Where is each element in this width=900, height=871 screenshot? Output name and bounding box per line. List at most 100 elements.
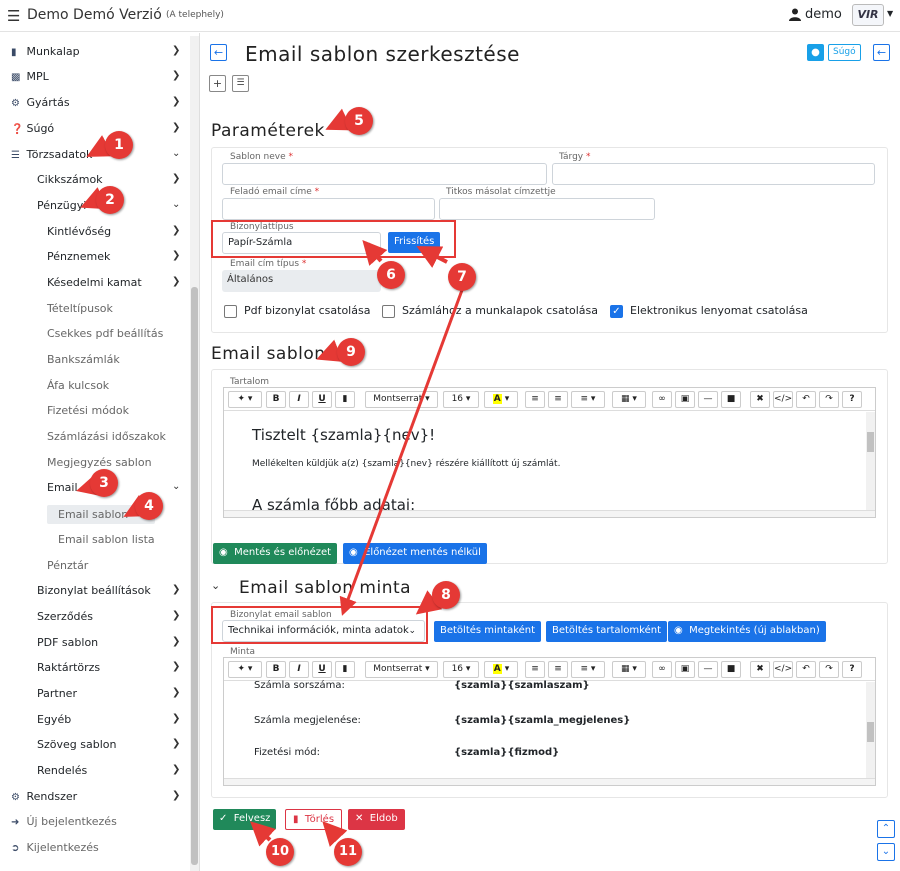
list-button[interactable]: ☰ xyxy=(232,75,249,92)
targy-input[interactable] xyxy=(552,163,875,185)
sidebar-item-sugo[interactable]: ❓ Súgó xyxy=(11,122,54,135)
sidebar-item-tetel[interactable]: Tételtípusok xyxy=(47,302,113,315)
back-button[interactable]: ← xyxy=(210,44,227,61)
help-icon[interactable]: ? xyxy=(842,391,862,408)
vir-logo[interactable]: VIR xyxy=(852,4,884,26)
sidebar-item-penzugyi[interactable]: Pénzügyi xyxy=(37,199,86,212)
magic-wand-icon[interactable]: ✦ ▾ xyxy=(228,391,262,408)
user-name[interactable]: demo xyxy=(805,7,842,22)
sidebar-item-penznemek[interactable]: Pénznemek xyxy=(47,250,110,263)
text-color-button[interactable]: A ▾ xyxy=(484,391,518,408)
megtekintes-button[interactable]: ◉ Megtekintés (új ablakban) xyxy=(668,621,826,642)
fullscreen-icon[interactable]: ✖ xyxy=(750,391,770,408)
align-icon[interactable]: ≡ ▾ xyxy=(571,661,605,678)
unordered-list-icon[interactable]: ≡ xyxy=(525,661,545,678)
font-family-select[interactable]: Montserrat ▾ xyxy=(365,661,438,678)
sidebar-item-cikkszamok[interactable]: Cikkszámok xyxy=(37,173,103,186)
redo-icon[interactable]: ↷ xyxy=(819,661,839,678)
sidebar-item-gyartas[interactable]: ⚙ Gyártás xyxy=(11,96,70,109)
unordered-list-icon[interactable]: ≡ xyxy=(525,391,545,408)
torles-button[interactable]: ▮ Törlés xyxy=(285,809,343,830)
magic-wand-icon[interactable]: ✦ ▾ xyxy=(228,661,262,678)
sidebar-item-rendeles[interactable]: Rendelés xyxy=(37,764,87,777)
sidebar-item-raktartorzs[interactable]: Raktártörzs xyxy=(37,661,100,674)
help-icon-button[interactable]: ● xyxy=(807,44,824,61)
sidebar-item-egyeb[interactable]: Egyéb xyxy=(37,713,71,726)
italic-button[interactable]: I xyxy=(289,661,309,678)
sablon-neve-input[interactable] xyxy=(222,163,547,185)
bold-button[interactable]: B xyxy=(266,661,286,678)
sidebar-item-rendszer[interactable]: ⚙ Rendszer xyxy=(11,790,77,803)
fullscreen-icon[interactable]: ✖ xyxy=(750,661,770,678)
sidebar-item-email[interactable]: Email xyxy=(47,481,78,494)
table-icon[interactable]: ▦ ▾ xyxy=(612,391,646,408)
code-view-icon[interactable]: </> xyxy=(773,391,793,408)
felvesz-button[interactable]: ✓ Felvesz xyxy=(213,809,277,830)
underline-button[interactable]: U xyxy=(312,661,332,678)
image-icon[interactable]: ▣ xyxy=(675,391,695,408)
undo-icon[interactable]: ↶ xyxy=(796,391,816,408)
sidebar-item-penztar[interactable]: Pénztár xyxy=(47,559,88,572)
eraser-icon[interactable]: ▮ xyxy=(335,391,355,408)
font-size-select[interactable]: 16 ▾ xyxy=(443,661,479,678)
eraser-icon[interactable]: ▮ xyxy=(335,661,355,678)
elektronikus-lenyomat-checkbox[interactable]: ✓ xyxy=(610,305,623,318)
code-view-icon[interactable]: </> xyxy=(773,661,793,678)
ordered-list-icon[interactable]: ≡ xyxy=(548,661,568,678)
sidebar-item-mpl[interactable]: ▩ MPL xyxy=(11,70,49,83)
help-icon[interactable]: ? xyxy=(842,661,862,678)
sidebar-item-megjegyzes[interactable]: Megjegyzés sablon xyxy=(47,456,152,469)
editor-resize-grip[interactable] xyxy=(224,778,875,785)
italic-button[interactable]: I xyxy=(289,391,309,408)
email-cim-tipus-select[interactable]: Általános xyxy=(222,270,381,292)
link-icon[interactable]: ∞ xyxy=(652,391,672,408)
sidebar-item-kesedelmi-kamat[interactable]: Késedelmi kamat xyxy=(47,276,142,289)
editor-resize-grip[interactable] xyxy=(224,510,875,517)
tartalom-editor[interactable]: ✦ ▾ B I U ▮ Montserrat ▾ 16 ▾ A ▾ ≡ ≡ ≡ … xyxy=(223,387,876,518)
sidebar-item-munkalap[interactable]: ▮ Munkalap xyxy=(11,45,80,58)
image-icon[interactable]: ▣ xyxy=(675,661,695,678)
font-family-select[interactable]: Montserrat ▾ xyxy=(365,391,438,408)
add-button[interactable]: + xyxy=(209,75,226,92)
pdf-csatolas-checkbox[interactable] xyxy=(224,305,237,318)
sidebar-item-bizonylat-beallitasok[interactable]: Bizonylat beállítások xyxy=(37,584,151,597)
text-color-button[interactable]: A ▾ xyxy=(484,661,518,678)
back-button-right[interactable]: ← xyxy=(873,44,890,61)
sidebar-item-email-sablon[interactable]: Email sablon xyxy=(58,508,128,521)
sidebar-item-email-sablon-lista[interactable]: Email sablon lista xyxy=(58,533,155,546)
video-icon[interactable]: ■ xyxy=(721,661,741,678)
underline-button[interactable]: U xyxy=(312,391,332,408)
felado-email-input[interactable] xyxy=(222,198,435,220)
sidebar-item-bank[interactable]: Bankszámlák xyxy=(47,353,120,366)
horizontal-rule-icon[interactable]: — xyxy=(698,661,718,678)
betoltes-tartalom-button[interactable]: Betöltés tartalomként xyxy=(546,621,667,642)
font-size-select[interactable]: 16 ▾ xyxy=(443,391,479,408)
scroll-bottom-button[interactable]: ⌄ xyxy=(877,843,895,861)
link-icon[interactable]: ∞ xyxy=(652,661,672,678)
hamburger-menu-icon[interactable]: ☰ xyxy=(7,7,20,25)
editor-scrollbar[interactable] xyxy=(866,682,875,778)
scroll-top-button[interactable]: ⌃ xyxy=(877,820,895,838)
minta-editor[interactable]: ✦ ▾ B I U ▮ Montserrat ▾ 16 ▾ A ▾ ≡ ≡ ≡ … xyxy=(223,657,876,786)
munkalap-csatolas-checkbox[interactable] xyxy=(382,305,395,318)
align-icon[interactable]: ≡ ▾ xyxy=(571,391,605,408)
sidebar-item-afa[interactable]: Áfa kulcsok xyxy=(47,379,109,392)
titkos-masolat-input[interactable] xyxy=(439,198,655,220)
sidebar-item-szerzodes[interactable]: Szerződés xyxy=(37,610,93,623)
video-icon[interactable]: ■ xyxy=(721,391,741,408)
editor-scrollbar[interactable] xyxy=(866,412,875,510)
table-icon[interactable]: ▦ ▾ xyxy=(612,661,646,678)
sidebar-item-pdf-sablon[interactable]: PDF sablon xyxy=(37,636,98,649)
undo-icon[interactable]: ↶ xyxy=(796,661,816,678)
chevron-down-icon[interactable]: ⌄ xyxy=(211,579,220,592)
sidebar-item-uj-bejelentkezes[interactable]: ➜ Új bejelentkezés xyxy=(11,815,117,828)
sidebar-scrollbar-thumb[interactable] xyxy=(191,287,198,865)
sidebar-item-fizetesi[interactable]: Fizetési módok xyxy=(47,404,129,417)
sidebar-item-kintlevoseg[interactable]: Kintlévőség xyxy=(47,225,111,238)
sidebar-item-torzsadatok[interactable]: ☰ Törzsadatok xyxy=(11,148,92,161)
bold-button[interactable]: B xyxy=(266,391,286,408)
betoltes-minta-button[interactable]: Betöltés mintaként xyxy=(434,621,542,642)
sidebar-item-szamlazasi[interactable]: Számlázási időszakok xyxy=(47,430,166,443)
sugo-button[interactable]: Súgó xyxy=(828,44,861,61)
sidebar-item-csekkes[interactable]: Csekkes pdf beállítás xyxy=(47,327,163,340)
